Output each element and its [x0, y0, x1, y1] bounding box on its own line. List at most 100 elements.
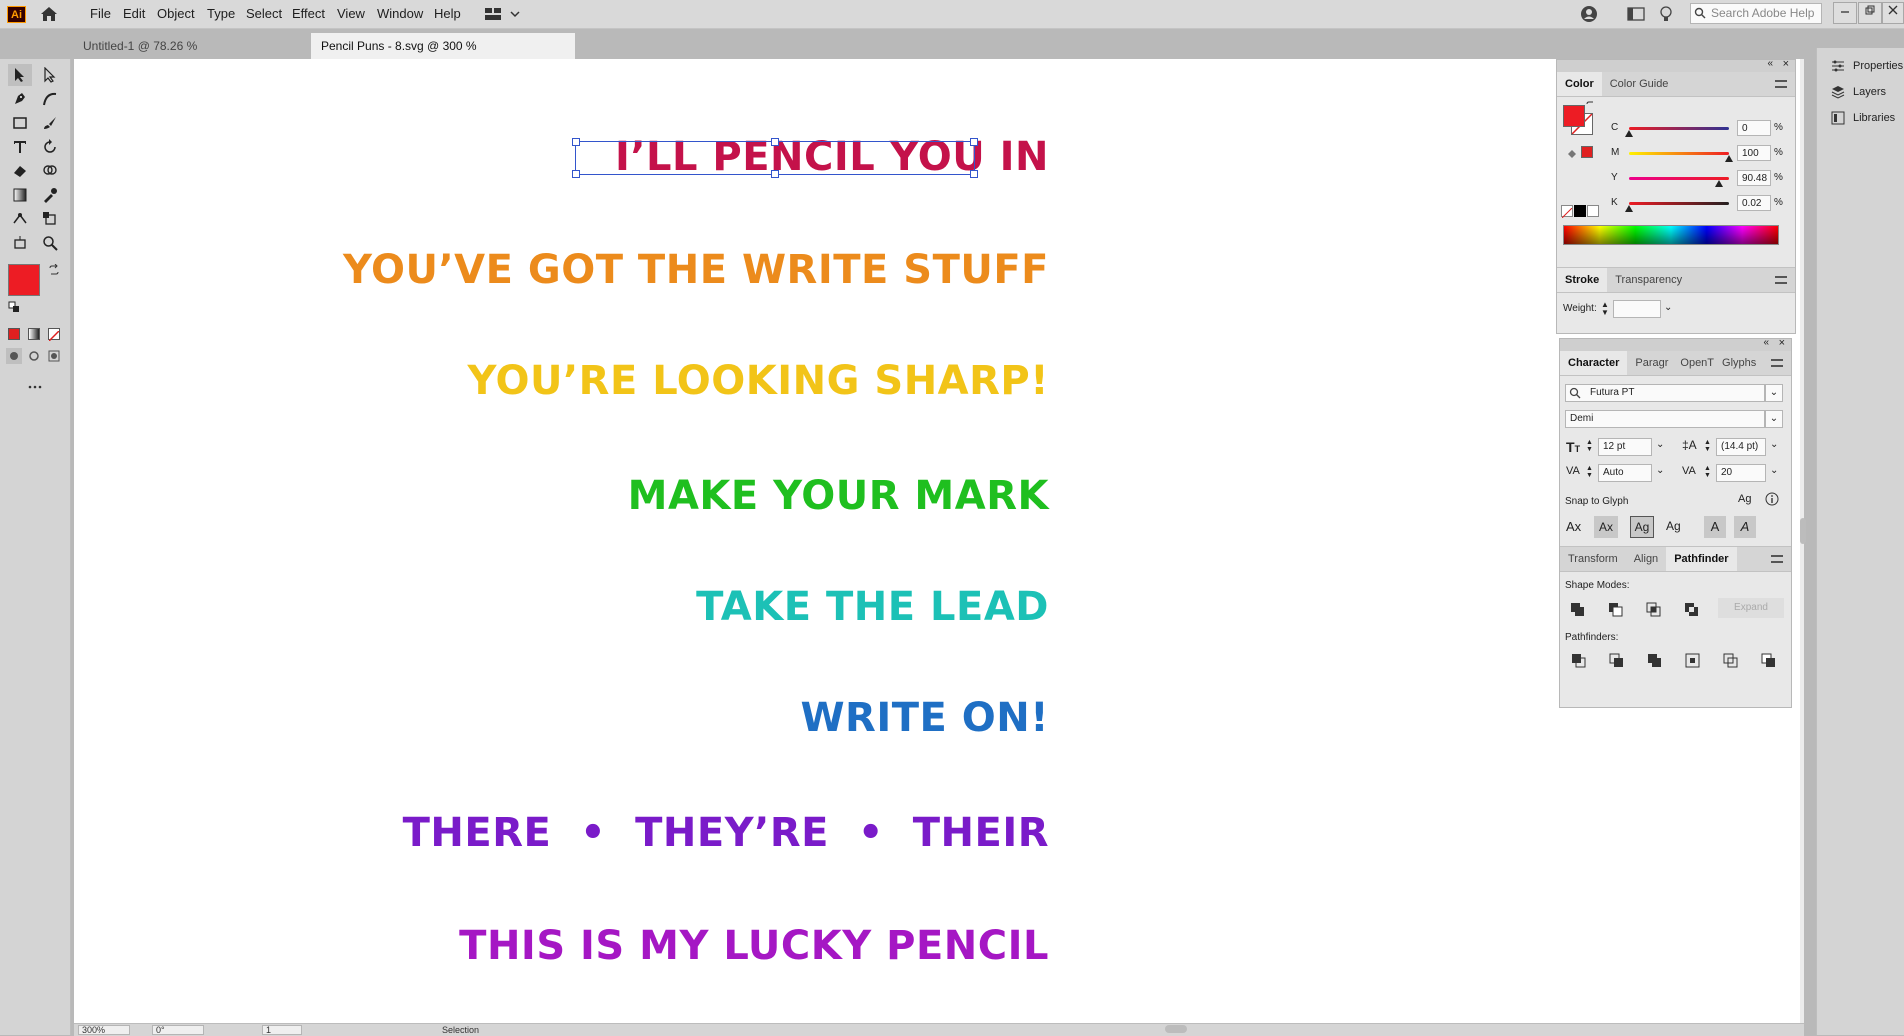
menu-window[interactable]: Window [371, 0, 429, 28]
menu-view[interactable]: View [331, 0, 371, 28]
exclude-icon[interactable] [1682, 600, 1702, 618]
channel-value-input[interactable]: 100 [1737, 145, 1771, 161]
selection-handle[interactable] [572, 138, 580, 146]
channel-value-input[interactable]: 90.48 [1737, 170, 1771, 186]
more-tools-icon[interactable] [28, 378, 42, 389]
font-size-stepper-icon[interactable]: ▲ ▼ [1586, 439, 1593, 453]
unite-icon[interactable] [1568, 600, 1588, 618]
chevron-down-icon[interactable]: ⌄ [1656, 465, 1664, 476]
close-icon[interactable]: × [1779, 337, 1785, 349]
selection-bounding-box[interactable] [572, 138, 978, 178]
tab-align[interactable]: Align [1626, 547, 1666, 571]
leading-stepper-icon[interactable]: ▲ ▼ [1704, 439, 1711, 453]
zoom-tool-icon[interactable] [38, 232, 62, 254]
none-swatch[interactable] [1561, 205, 1573, 219]
panel-menu-icon[interactable] [1775, 276, 1787, 284]
color-mode-icon[interactable] [8, 328, 20, 340]
baseline-snap-icon[interactable]: Ax [1566, 519, 1581, 534]
gradient-tool-icon[interactable] [8, 184, 32, 206]
selection-handle[interactable] [572, 170, 580, 178]
chevron-down-icon[interactable]: ⌄ [1656, 439, 1664, 450]
eyedropper-tool-icon[interactable] [38, 184, 62, 206]
arrange-documents-icon[interactable] [1627, 7, 1645, 21]
selection-handle[interactable] [970, 138, 978, 146]
font-style-dropdown[interactable]: ⌄ [1765, 410, 1783, 428]
panel-menu-icon[interactable] [1771, 555, 1783, 563]
collapse-icon[interactable]: « [1763, 337, 1769, 348]
tracking-stepper-icon[interactable]: ▲ ▼ [1704, 465, 1711, 479]
tab-pencil-puns[interactable]: Pencil Puns - 8.svg @ 300 % (RGB/Preview… [311, 33, 575, 79]
font-family-dropdown[interactable]: ⌄ [1765, 384, 1783, 402]
tab-transform[interactable]: Transform [1560, 547, 1626, 571]
curvature-tool-icon[interactable] [38, 88, 62, 110]
pun-text[interactable]: YOU’RE LOOKING SHARP! [467, 358, 1049, 404]
tab-color-guide[interactable]: Color Guide [1602, 72, 1677, 96]
tab-glyphs[interactable]: Glyphs [1718, 351, 1760, 375]
user-icon[interactable] [1580, 5, 1600, 23]
minus-front-icon[interactable] [1606, 600, 1626, 618]
artboard-number-field[interactable]: 1 [262, 1025, 302, 1035]
menu-type[interactable]: Type [201, 0, 241, 28]
pun-text[interactable]: THIS IS MY LUCKY PENCIL [459, 923, 1049, 969]
channel-value-input[interactable]: 0 [1737, 120, 1771, 136]
lightbulb-icon[interactable] [1659, 5, 1673, 23]
merge-icon[interactable] [1646, 652, 1664, 670]
workspace-switcher-icon[interactable] [484, 6, 526, 22]
pun-text[interactable]: YOU’VE GOT THE WRITE STUFF [343, 247, 1049, 293]
panel-menu-icon[interactable] [1775, 80, 1787, 88]
x-height-snap-icon[interactable]: Ax [1594, 516, 1618, 538]
swap-fill-stroke-icon[interactable] [48, 263, 60, 276]
chevron-down-icon[interactable]: ⌄ [1664, 302, 1672, 313]
draw-inside-icon[interactable] [46, 348, 62, 364]
menu-select[interactable]: Select [240, 0, 288, 28]
tab-color[interactable]: Color [1557, 72, 1602, 96]
libraries-dock-button[interactable]: Libraries [1831, 106, 1895, 130]
glyph-bounds-snap-icon[interactable]: Ag [1630, 516, 1654, 538]
collapse-icon[interactable]: « [1767, 58, 1773, 69]
kerning-stepper-icon[interactable]: ▲ ▼ [1586, 465, 1593, 479]
close-window-button[interactable] [1882, 2, 1904, 24]
selection-handle[interactable] [970, 170, 978, 178]
channel-slider-track[interactable] [1629, 177, 1729, 180]
properties-dock-button[interactable]: Properties [1831, 54, 1903, 78]
selection-tool-icon[interactable] [8, 64, 32, 86]
pun-text[interactable]: WRITE ON! [800, 695, 1049, 741]
puppet-warp-tool-icon[interactable] [8, 208, 32, 230]
channel-slider-track[interactable] [1629, 202, 1729, 205]
chevron-down-icon[interactable]: ⌄ [1770, 465, 1778, 476]
slice-tool-icon[interactable] [8, 232, 32, 254]
rotate-tool-icon[interactable] [38, 136, 62, 158]
tab-untitled-1[interactable]: Untitled-1 @ 78.26 % (CMYK/Preview)× [73, 33, 309, 79]
intersect-icon[interactable] [1644, 600, 1664, 618]
font-style-field[interactable]: Demi [1565, 410, 1765, 428]
pun-text[interactable]: MAKE YOUR MARK [628, 473, 1049, 519]
type-tool-icon[interactable] [8, 136, 32, 158]
gradient-mode-icon[interactable] [28, 328, 40, 340]
layers-dock-button[interactable]: Layers [1831, 80, 1886, 104]
trim-icon[interactable] [1608, 652, 1626, 670]
menu-edit[interactable]: Edit [117, 0, 151, 28]
menu-effect[interactable]: Effect [286, 0, 331, 28]
fill-swatch[interactable] [8, 264, 40, 296]
info-icon[interactable] [1765, 492, 1779, 506]
black-swatch[interactable] [1574, 205, 1586, 217]
snap-glyph-icon[interactable]: Ag [1738, 493, 1751, 505]
channel-value-input[interactable]: 0.02 [1737, 195, 1771, 211]
panel-menu-icon[interactable] [1771, 359, 1783, 367]
chevron-down-icon[interactable]: ⌄ [1770, 439, 1778, 450]
menu-file[interactable]: File [84, 0, 117, 28]
minus-back-icon[interactable] [1760, 652, 1778, 670]
rectangle-tool-icon[interactable] [8, 112, 32, 134]
white-swatch[interactable] [1587, 205, 1599, 217]
channel-slider-thumb[interactable] [1625, 205, 1634, 212]
eraser-tool-icon[interactable] [8, 160, 32, 182]
shape-builder-tool-icon[interactable] [38, 160, 62, 182]
weight-input[interactable] [1613, 300, 1661, 318]
draw-normal-icon[interactable] [6, 348, 22, 364]
channel-slider-track[interactable] [1629, 127, 1729, 130]
font-size-input[interactable]: 12 pt [1598, 438, 1652, 456]
menu-object[interactable]: Object [151, 0, 201, 28]
angular-guides-icon[interactable]: A [1704, 516, 1726, 538]
tracking-input[interactable]: 20 [1716, 464, 1766, 482]
paintbrush-tool-icon[interactable] [38, 112, 62, 134]
